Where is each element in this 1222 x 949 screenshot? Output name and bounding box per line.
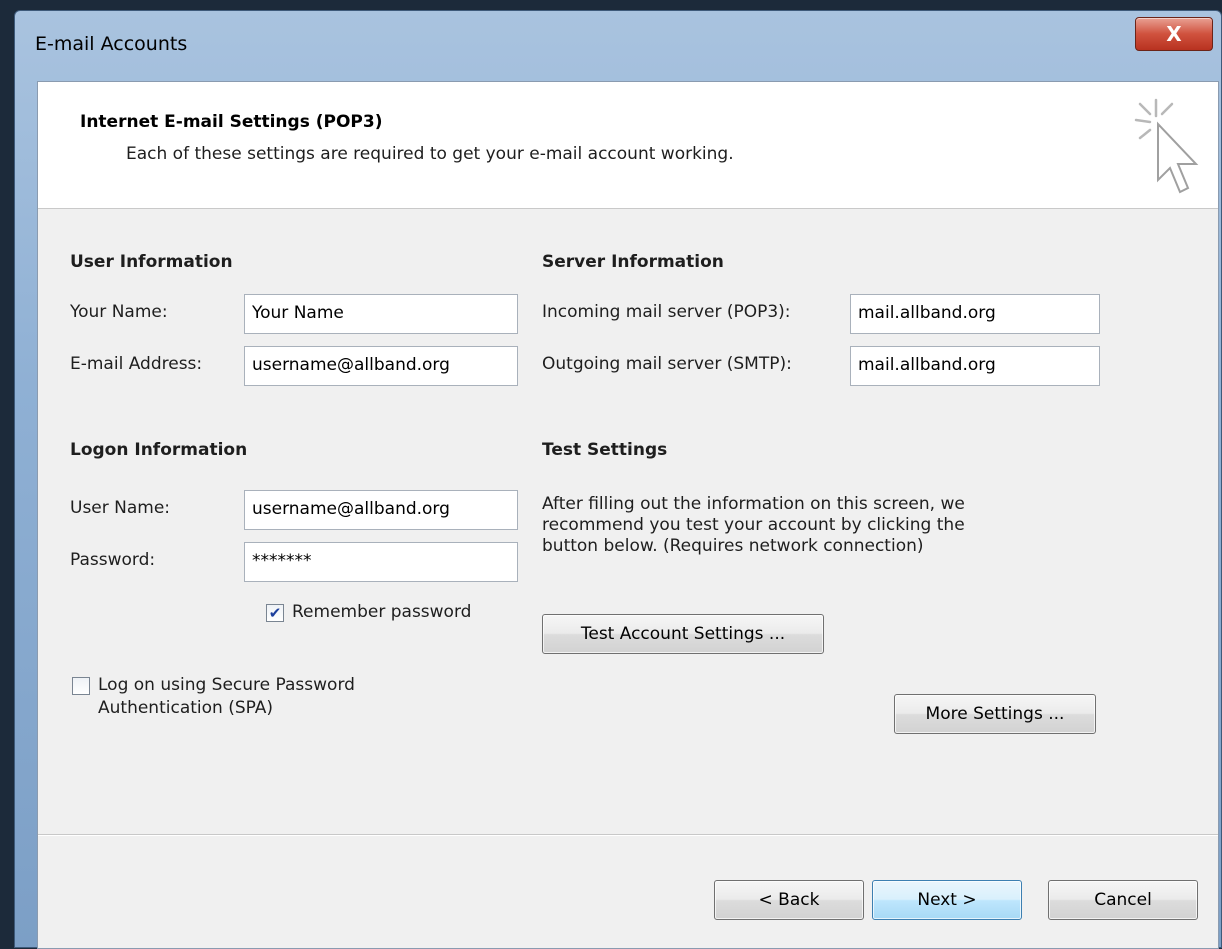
user-information-heading: User Information (70, 252, 233, 272)
spa-label-line1: Log on using Secure Password (98, 675, 355, 695)
footer-separator (38, 834, 1218, 836)
test-settings-line1: After filling out the information on thi… (542, 494, 965, 514)
window-title: E-mail Accounts (35, 33, 188, 55)
email-accounts-window: E-mail Accounts X Internet E-mail Settin… (14, 10, 1222, 949)
header-title: Internet E-mail Settings (POP3) (80, 112, 383, 132)
password-input[interactable]: ******* (244, 542, 518, 582)
back-button[interactable]: < Back (714, 880, 864, 920)
incoming-server-label: Incoming mail server (POP3): (542, 302, 791, 322)
next-button[interactable]: Next > (872, 880, 1022, 920)
email-address-input[interactable]: username@allband.org (244, 346, 518, 386)
close-icon: X (1166, 22, 1182, 46)
outgoing-server-label: Outgoing mail server (SMTP): (542, 354, 792, 374)
header-subtitle: Each of these settings are required to g… (126, 144, 734, 164)
cancel-button[interactable]: Cancel (1048, 880, 1198, 920)
dialog-client-area: Internet E-mail Settings (POP3) Each of … (37, 81, 1219, 949)
dialog-header: Internet E-mail Settings (POP3) Each of … (38, 82, 1218, 209)
wizard-cursor-icon (1134, 98, 1199, 194)
close-button[interactable]: X (1135, 17, 1213, 51)
your-name-label: Your Name: (70, 302, 168, 322)
your-name-input[interactable]: Your Name (244, 294, 518, 334)
email-address-label: E-mail Address: (70, 354, 203, 374)
test-settings-heading: Test Settings (542, 440, 668, 460)
logon-information-heading: Logon Information (70, 440, 248, 460)
more-settings-button[interactable]: More Settings ... (894, 694, 1096, 734)
outgoing-server-input[interactable]: mail.allband.org (850, 346, 1100, 386)
test-settings-line3: button below. (Requires network connecti… (542, 536, 924, 556)
test-settings-line2: recommend you test your account by click… (542, 515, 965, 535)
spa-label[interactable]: Log on using Secure Password Authenticat… (98, 674, 355, 720)
test-account-settings-button[interactable]: Test Account Settings ... (542, 614, 824, 654)
spa-checkbox[interactable] (72, 677, 90, 695)
remember-password-label[interactable]: Remember password (292, 601, 471, 624)
title-bar[interactable]: E-mail Accounts X (15, 11, 1221, 81)
test-settings-description: After filling out the information on thi… (542, 494, 1062, 557)
checkmark-icon: ✔ (268, 603, 282, 622)
password-label: Password: (70, 550, 156, 570)
user-name-input[interactable]: username@allband.org (244, 490, 518, 530)
user-name-label: User Name: (70, 498, 171, 518)
incoming-server-input[interactable]: mail.allband.org (850, 294, 1100, 334)
remember-password-checkbox[interactable]: ✔ (266, 604, 284, 622)
server-information-heading: Server Information (542, 252, 724, 272)
spa-label-line2: Authentication (SPA) (98, 698, 274, 718)
